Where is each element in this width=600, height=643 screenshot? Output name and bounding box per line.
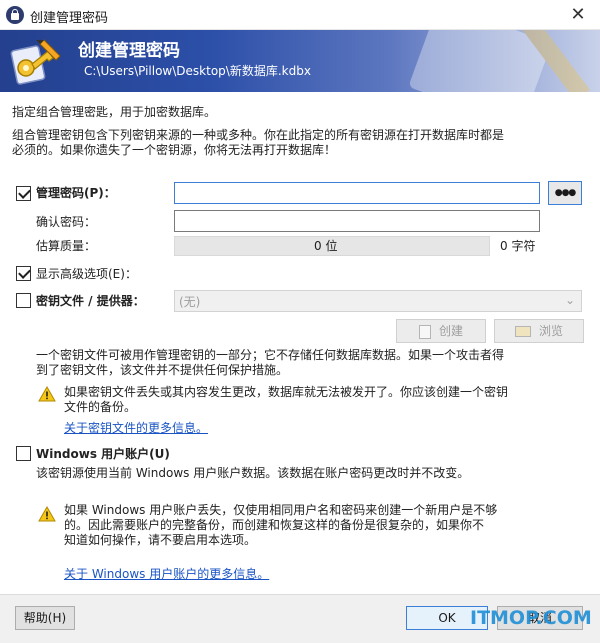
windows-account-warning-3: 知道如何操作，请不要启用本选项。 [64, 533, 257, 547]
reveal-password-button[interactable]: ●●● [548, 181, 582, 205]
key-file-more-info-link[interactable]: 关于密钥文件的更多信息。 [64, 420, 208, 436]
confirm-password-label: 确认密码： [36, 215, 97, 229]
warning-icon [38, 386, 56, 402]
window-title: 创建管理密码 [30, 11, 109, 26]
master-password-field[interactable] [174, 182, 540, 204]
windows-account-label: Windows 用户账户(U) [36, 447, 170, 461]
key-file-desc-1: 一个密钥文件可被用作管理密钥的一部分；它不存储任何数据库数据。如果一个攻击者得 [36, 348, 505, 362]
browse-key-file-label: 浏览 [538, 324, 563, 338]
close-button[interactable]: ✕ [556, 0, 600, 30]
show-advanced-checkbox[interactable] [16, 266, 31, 281]
intro-line-3: 必须的。如果你遗失了一个密钥源，你将无法再打开数据库！ [12, 143, 337, 157]
windows-account-warning-2: 的。因此需要账户的完整备份，而创建和恢复这样的备份是很复杂的，如果你不 [64, 518, 485, 532]
master-password-label: 管理密码(P)： [36, 186, 116, 200]
key-file-label: 密钥文件 / 提供器： [36, 294, 145, 308]
watermark-text: ITMOP.COM [470, 607, 592, 629]
key-file-desc-2: 到了密钥文件，该文件并不提供任何保护措施。 [36, 363, 289, 377]
dialog-footer: 帮助(H) OK 取消 ITMOP.COM [0, 594, 600, 643]
windows-account-checkbox[interactable] [16, 446, 31, 461]
confirm-password-field[interactable] [174, 210, 540, 232]
windows-account-warning-1: 如果 Windows 用户账户丢失，仅使用相同用户名和密码来创建一个新用户是不够 [64, 503, 498, 517]
master-password-checkbox[interactable] [16, 186, 31, 201]
key-file-select-value: (无) [179, 295, 201, 309]
warning-icon [38, 506, 56, 522]
windows-account-more-info-link[interactable]: 关于 Windows 用户账户的更多信息。 [64, 566, 269, 582]
intro-line-2: 组合管理密钥包含下列密钥来源的一种或多种。你在此指定的所有密钥源在打开数据库时都… [12, 128, 505, 142]
key-file-warning-1: 如果密钥文件丢失或其内容发生更改，数据库就无法被发开了。你应该创建一个密钥 [64, 385, 509, 399]
new-file-icon [418, 324, 431, 339]
key-file-warning-2: 文件的备份。 [64, 400, 137, 414]
folder-icon [514, 326, 531, 337]
header-banner: 创建管理密码 C:\Users\Pillow\Desktop\新数据库.kdbx [0, 30, 600, 92]
chevron-down-icon: ⌄ [564, 293, 575, 307]
database-path: C:\Users\Pillow\Desktop\新数据库.kdbx [84, 64, 311, 78]
help-button[interactable]: 帮助(H) [15, 606, 75, 630]
create-key-file-button[interactable]: 创建 [396, 319, 486, 343]
key-file-select[interactable]: (无) ⌄ [174, 290, 582, 312]
quality-bits: 0 位 [314, 239, 338, 253]
title-bar: 创建管理密码 ✕ [0, 0, 600, 30]
key-pencil-icon [10, 39, 61, 85]
show-advanced-label: 显示高级选项(E)： [36, 267, 137, 281]
intro-line-1: 指定组合管理密匙，用于加密数据库。 [12, 105, 217, 119]
quality-label: 估算质量： [36, 239, 97, 253]
browse-key-file-button[interactable]: 浏览 [494, 319, 584, 343]
windows-account-desc: 该密钥源使用当前 Windows 用户账户数据。该数据在账户密码更改时并不改变。 [36, 466, 470, 480]
quality-chars: 0 字符 [500, 239, 536, 253]
banner-title: 创建管理密码 [78, 41, 180, 61]
key-file-checkbox[interactable] [16, 293, 31, 308]
keepass-lock-icon [6, 6, 24, 24]
create-key-file-label: 创建 [438, 324, 463, 338]
banner-decoration-icon [409, 30, 590, 92]
